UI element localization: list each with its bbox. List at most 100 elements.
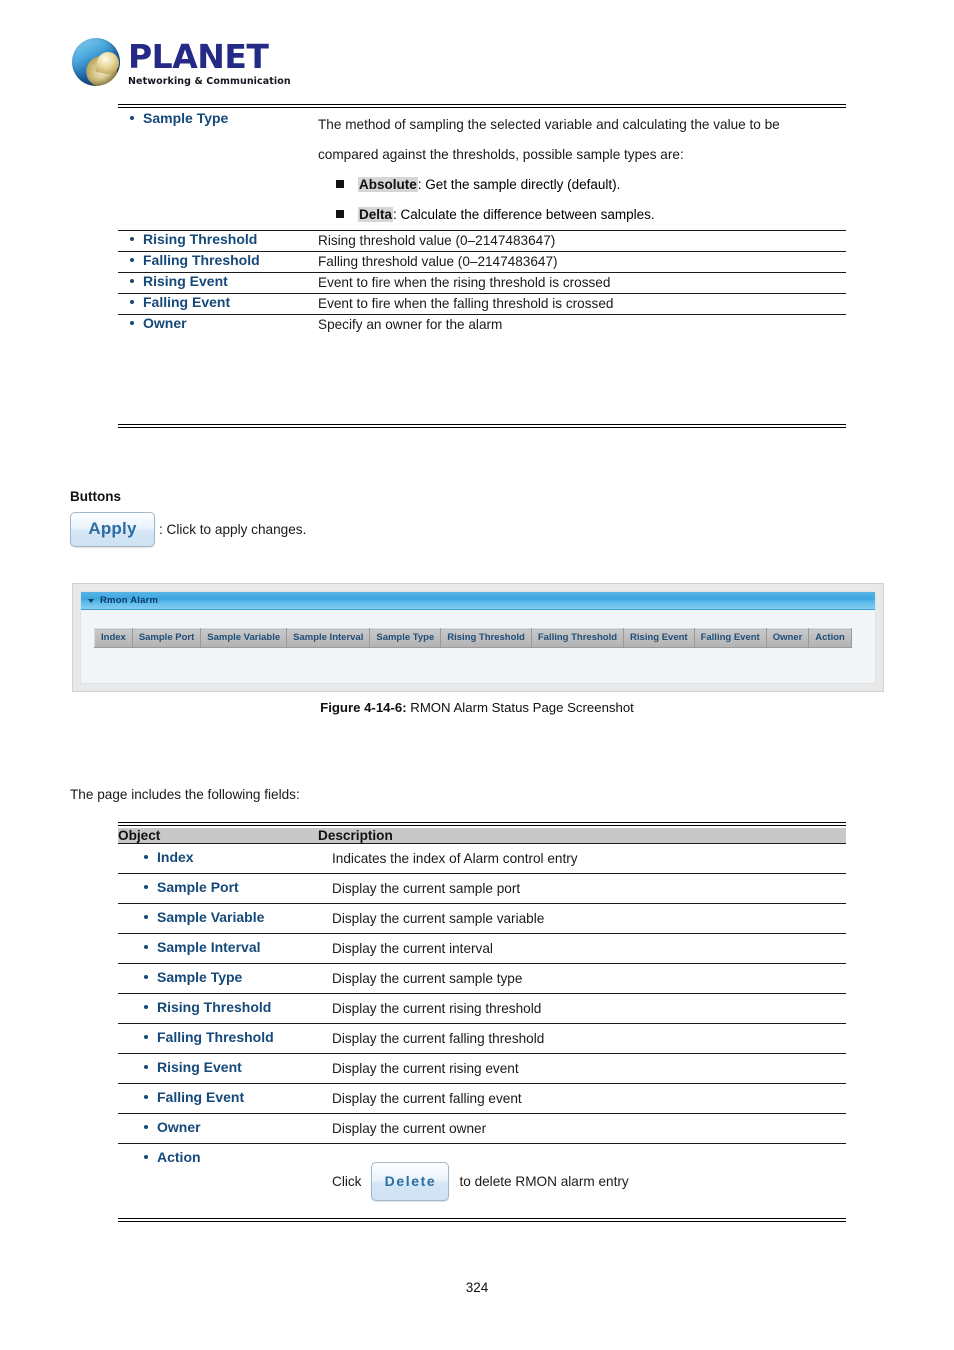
table-row: Falling Event Display the current fallin… <box>118 1083 846 1114</box>
click-prefix-label: Click <box>332 1173 362 1189</box>
brand-name: PLANET <box>128 37 269 76</box>
object-cell: Sample Port <box>118 873 318 904</box>
table-row: Rising Event Display the current rising … <box>118 1053 846 1084</box>
column-header-action[interactable]: Action <box>808 628 852 648</box>
bullet-icon <box>144 855 148 859</box>
object-cell: Sample Interval <box>118 933 318 964</box>
bullet-icon <box>144 1155 148 1159</box>
object-label: Rising Event <box>157 1059 242 1075</box>
bullet-icon <box>144 1035 148 1039</box>
bottom-table-top-rule <box>118 822 846 826</box>
top-table-bottom-rule <box>118 424 846 428</box>
object-bullet-item: Falling Event <box>132 1089 310 1105</box>
table-row: Sample Variable Display the current samp… <box>118 903 846 934</box>
object-bullet-item: Index <box>132 849 310 865</box>
object-label: Index <box>157 849 194 865</box>
description-line: Display the current owner <box>332 1121 487 1136</box>
table-row: Falling Event Event to fire when the fal… <box>118 293 846 315</box>
bullet-icon <box>144 885 148 889</box>
description-cell: Event to fire when the rising threshold … <box>318 272 846 294</box>
description-cell: Rising threshold value (0–2147483647) <box>318 230 846 252</box>
chevron-down-icon[interactable] <box>88 598 94 603</box>
column-header-rising-threshold[interactable]: Rising Threshold <box>440 628 532 648</box>
description-line: Event to fire when the rising threshold … <box>318 275 611 290</box>
rmon-alarm-panel-title: Rmon Alarm <box>100 595 159 606</box>
square-bullet-icon <box>336 210 344 218</box>
table-row: Owner Specify an owner for the alarm <box>118 315 846 336</box>
description-line: Indicates the index of Alarm control ent… <box>332 851 578 866</box>
object-label: Falling Event <box>143 294 231 310</box>
click-suffix-label: to delete RMON alarm entry <box>459 1173 629 1189</box>
bullet-icon <box>130 321 134 325</box>
description-cell: Event to fire when the falling threshold… <box>318 293 846 315</box>
rmon-alarm-config-fields-table: Sample Type The method of sampling the s… <box>118 110 846 335</box>
object-bullet-item: Rising Threshold <box>118 231 318 247</box>
description-line: Display the current interval <box>332 941 493 956</box>
table-row: Rising Threshold Display the current ris… <box>118 993 846 1024</box>
bullet-icon <box>144 915 148 919</box>
object-cell: Index <box>118 843 318 874</box>
object-bullet-item: Action <box>132 1149 310 1165</box>
bullet-icon <box>130 116 134 120</box>
rmon-alarm-panel: Rmon Alarm Index Sample Port Sample Vari… <box>80 591 876 684</box>
apply-button-row: Apply : Click to apply changes. <box>70 512 306 547</box>
object-cell: Rising Event <box>118 272 318 294</box>
column-header-sample-variable[interactable]: Sample Variable <box>200 628 288 648</box>
logo-text-block: PLANET Networking & Communication <box>128 38 291 87</box>
column-header-index[interactable]: Index <box>94 628 133 648</box>
object-label: Falling Threshold <box>143 252 260 268</box>
object-cell: Rising Event <box>118 1053 318 1084</box>
description-cell: Click Delete to delete RMON alarm entry <box>318 1144 846 1212</box>
description-cell: Indicates the index of Alarm control ent… <box>318 843 846 874</box>
delete-button[interactable]: Delete <box>371 1162 450 1201</box>
object-bullet-item: Owner <box>132 1119 310 1135</box>
bullet-icon <box>144 1125 148 1129</box>
column-header-description: Description <box>318 828 846 844</box>
description-line: Display the current rising threshold <box>332 1001 542 1016</box>
table-row: Sample Type The method of sampling the s… <box>118 110 846 231</box>
description-cell: Display the current sample variable <box>318 903 846 934</box>
object-bullet-item: Rising Threshold <box>132 999 310 1015</box>
description-line: Rising threshold value (0–2147483647) <box>318 233 556 248</box>
table-row: Sample Interval Display the current inte… <box>118 933 846 964</box>
description-line: Display the current sample type <box>332 971 523 986</box>
column-header-sample-type[interactable]: Sample Type <box>369 628 442 648</box>
object-label: Rising Threshold <box>143 231 258 247</box>
object-cell: Falling Threshold <box>118 1023 318 1054</box>
description-line: Display the current sample variable <box>332 911 545 926</box>
object-label: Sample Type <box>143 110 229 126</box>
object-cell: Sample Type <box>118 963 318 994</box>
bullet-icon <box>144 1005 148 1009</box>
rmon-alarm-screenshot: Rmon Alarm Index Sample Port Sample Vari… <box>72 583 884 692</box>
object-bullet-item: Falling Threshold <box>118 252 318 268</box>
page-number: 324 <box>465 1280 489 1295</box>
table-header-row: Index Sample Port Sample Variable Sample… <box>94 628 852 648</box>
buttons-heading: Buttons <box>70 489 121 504</box>
globe-icon <box>72 38 120 86</box>
bullet-icon <box>130 258 134 262</box>
description-cell: Falling threshold value (0–2147483647) <box>318 251 846 273</box>
bullet-icon <box>144 975 148 979</box>
object-label: Owner <box>157 1119 201 1135</box>
option-name: Absolute <box>358 177 418 192</box>
rmon-alarm-panel-header[interactable]: Rmon Alarm <box>81 592 875 610</box>
object-label: Sample Type <box>157 969 243 985</box>
object-cell: Sample Type <box>118 110 318 231</box>
planet-logo: PLANET Networking & Communication <box>72 38 291 87</box>
object-bullet-item: Rising Event <box>132 1059 310 1075</box>
column-header-owner[interactable]: Owner <box>765 628 810 648</box>
column-header-rising-event[interactable]: Rising Event <box>623 628 695 648</box>
column-header-falling-threshold[interactable]: Falling Threshold <box>530 628 625 648</box>
column-header-falling-event[interactable]: Falling Event <box>693 628 767 648</box>
column-header-sample-interval[interactable]: Sample Interval <box>286 628 371 648</box>
object-bullet-item: Sample Interval <box>132 939 310 955</box>
description-line: Event to fire when the falling threshold… <box>318 296 614 311</box>
column-header-sample-port[interactable]: Sample Port <box>131 628 202 648</box>
description-cell: Display the current rising event <box>318 1053 846 1084</box>
description-line: The method of sampling the selected vari… <box>318 117 780 132</box>
object-cell: Sample Variable <box>118 903 318 934</box>
apply-button[interactable]: Apply <box>70 512 155 547</box>
object-cell: Action <box>118 1144 318 1212</box>
bullet-icon <box>144 945 148 949</box>
object-bullet-item: Sample Type <box>118 110 318 126</box>
